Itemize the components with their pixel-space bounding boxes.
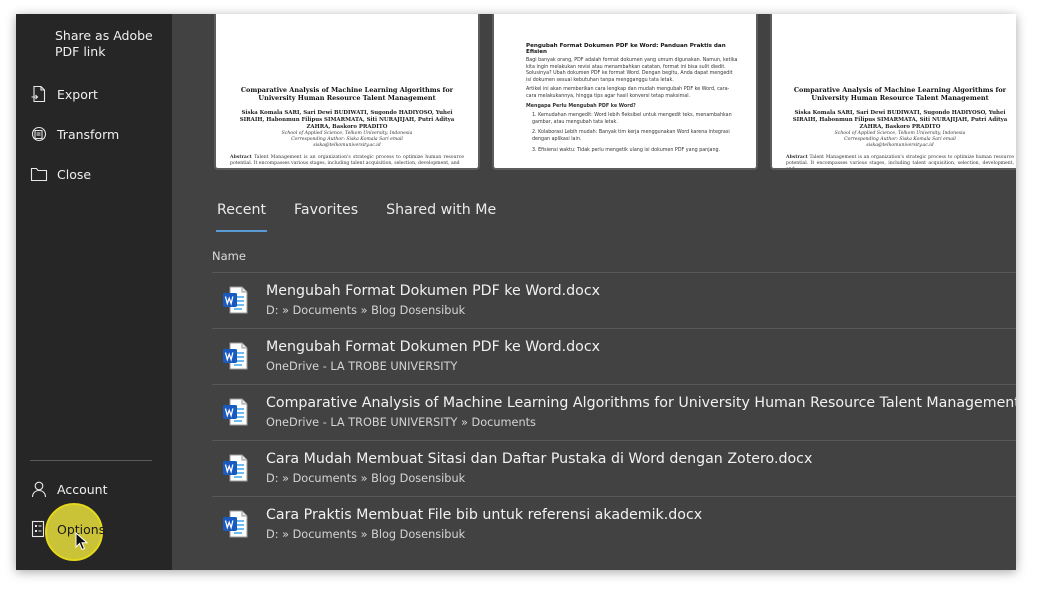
sidebar-item-export[interactable]: Export	[30, 79, 170, 109]
file-name: Cara Mudah Membuat Sitasi dan Daftar Pus…	[266, 451, 813, 467]
word-backstage-window: Share as Adobe PDF link Export Transform…	[16, 14, 1016, 570]
word-document-icon	[222, 398, 248, 426]
transform-icon	[30, 125, 48, 143]
file-path: D: » Documents » Blog Dosensibuk	[266, 304, 466, 317]
backstage-sidebar: Share as Adobe PDF link Export Transform…	[16, 14, 172, 570]
thumbnail-authors: Siska Komala SARI, Sari Dewi BUDIWATI, S…	[239, 110, 455, 130]
file-name: Comparative Analysis of Machine Learning…	[266, 395, 1016, 411]
thumbnail-list: 1. Kemudahan mengedit: Word lebih fleksi…	[532, 113, 732, 153]
file-row[interactable]: Mengubah Format Dokumen PDF ke Word.docx…	[212, 272, 1016, 327]
sidebar-item-options[interactable]: Options	[30, 514, 170, 544]
share-adobe-pdf-link[interactable]: Share as Adobe PDF link	[55, 28, 165, 60]
sidebar-item-label: Export	[57, 86, 98, 102]
thumbnail-abstract: Abstract Talent Management is an organiz…	[230, 155, 464, 166]
mouse-cursor-icon	[75, 532, 89, 551]
tab-recent[interactable]: Recent	[215, 202, 268, 232]
file-path: D: » Documents » Blog Dosensibuk	[266, 472, 466, 485]
thumbnail-email: siska@telkomuniversity.ac.id	[866, 143, 934, 148]
thumbnail-paragraph: Artikel ini akan memberikan cara lengkap…	[526, 87, 730, 99]
sidebar-item-account[interactable]: Account	[30, 474, 170, 504]
file-name: Mengubah Format Dokumen PDF ke Word.docx	[266, 339, 601, 355]
file-path: D: » Documents » Blog Dosensibuk	[266, 528, 466, 541]
word-document-icon	[222, 454, 248, 482]
sidebar-item-close[interactable]: Close	[30, 159, 170, 189]
tab-shared-with-me[interactable]: Shared with Me	[386, 202, 496, 226]
file-row[interactable]: Mengubah Format Dokumen PDF ke Word.docx…	[212, 328, 1016, 383]
thumbnail-email: siska@telkomuniversity.ac.id	[313, 143, 381, 148]
thumbnail-title: Pengubah Format Dokumen PDF ke Word: Pan…	[526, 43, 726, 55]
person-icon	[30, 480, 48, 498]
recent-thumbnail[interactable]: Pengubah Format Dokumen PDF ke Word: Pan…	[492, 14, 758, 170]
recent-thumbnail[interactable]: Comparative Analysis of Machine Learning…	[770, 14, 1016, 170]
file-row[interactable]: Cara Mudah Membuat Sitasi dan Daftar Pus…	[212, 440, 1016, 495]
tab-favorites[interactable]: Favorites	[294, 202, 358, 226]
file-row[interactable]: Cara Praktis Membuat File bib untuk refe…	[212, 496, 1016, 551]
options-icon	[30, 520, 48, 538]
export-icon	[30, 85, 48, 103]
folder-icon	[30, 165, 48, 183]
file-name: Cara Praktis Membuat File bib untuk refe…	[266, 507, 703, 523]
sidebar-item-label: Close	[57, 166, 92, 182]
document-tabs: Recent Favorites Shared with Me	[215, 202, 524, 232]
file-name: Mengubah Format Dokumen PDF ke Word.docx	[266, 283, 601, 299]
recent-thumbnail[interactable]: Comparative Analysis of Machine Learning…	[214, 14, 480, 170]
thumbnail-abstract: Abstract Talent Management is an organiz…	[786, 155, 1014, 170]
thumbnail-title: Comparative Analysis of Machine Learning…	[240, 86, 454, 102]
sidebar-item-label: Transform	[57, 126, 120, 142]
column-header-name[interactable]: Name	[212, 249, 246, 263]
file-path: OneDrive - LA TROBE UNIVERSITY	[266, 360, 458, 373]
word-document-icon	[222, 510, 248, 538]
sidebar-item-label: Account	[57, 481, 108, 497]
thumbnail-title: Comparative Analysis of Machine Learning…	[793, 86, 1007, 102]
sidebar-item-transform[interactable]: Transform	[30, 119, 170, 149]
thumbnail-paragraph: Bagi banyak orang, PDF adalah format dok…	[526, 58, 738, 83]
main-panel: Comparative Analysis of Machine Learning…	[172, 14, 1016, 570]
thumbnail-subtitle: Mengapa Perlu Mengubah PDF ke Word?	[526, 103, 636, 109]
word-document-icon	[222, 286, 248, 314]
thumbnail-authors: Siska Komala SARI, Sari Dewi BUDIWATI, S…	[792, 110, 1008, 130]
sidebar-divider	[30, 460, 152, 461]
word-document-icon	[222, 342, 248, 370]
file-path: OneDrive - LA TROBE UNIVERSITY » Documen…	[266, 416, 536, 429]
file-row[interactable]: Comparative Analysis of Machine Learning…	[212, 384, 1016, 439]
